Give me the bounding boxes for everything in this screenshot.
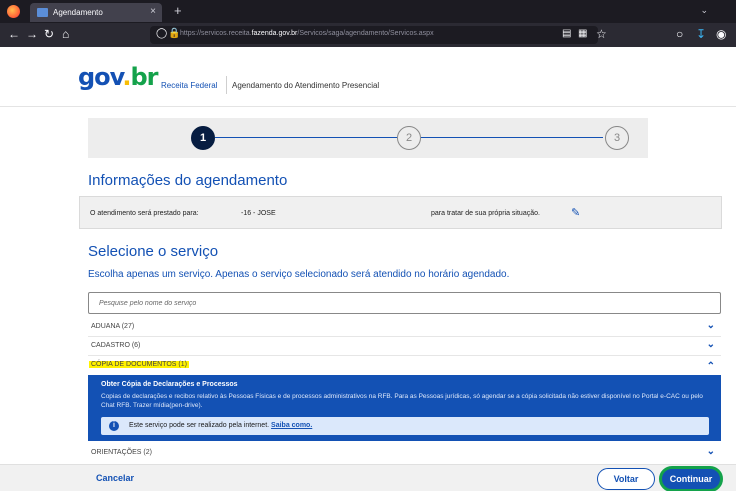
shield-icon[interactable]: ◯ xyxy=(156,28,167,39)
reader-mode-icon[interactable]: ▤ xyxy=(562,28,571,39)
lock-icon[interactable]: 🔒 xyxy=(168,28,180,39)
url-text: https://servicos.receita.fazenda.gov.br/… xyxy=(180,30,434,37)
divider xyxy=(88,355,721,356)
online-notice: i Este serviço pode ser realizado pela i… xyxy=(101,417,709,435)
reload-icon[interactable]: ↻ xyxy=(44,27,54,41)
url-bar[interactable]: ◯ 🔒 https://servicos.receita.fazenda.gov… xyxy=(150,26,598,44)
info-icon: i xyxy=(109,421,119,431)
step-2: 2 xyxy=(397,126,421,150)
info-label: O atendimento será prestado para: xyxy=(90,210,199,217)
header-divider xyxy=(226,76,227,94)
govbr-logo[interactable]: gov.br xyxy=(78,65,159,89)
category-label: ORIENTAÇÕES (2) xyxy=(91,449,152,456)
list-tabs-icon[interactable]: ⌄ xyxy=(700,5,708,16)
category-aduana[interactable]: ADUANA (27) ⌄ xyxy=(88,320,721,336)
favicon-icon xyxy=(37,8,48,17)
footer-bar: Cancelar Voltar Continuar xyxy=(0,464,736,491)
step-indicator: 1 2 3 xyxy=(88,118,648,158)
forward-icon[interactable]: → xyxy=(26,27,38,41)
service-option-selected[interactable]: Obter Cópia de Declarações e Processos C… xyxy=(88,375,721,441)
account-icon[interactable]: ◉ xyxy=(716,27,726,41)
chevron-down-icon[interactable]: ⌄ xyxy=(707,339,715,350)
chevron-down-icon[interactable]: ⌄ xyxy=(707,446,715,457)
continue-button[interactable]: Continuar xyxy=(659,466,723,491)
back-icon[interactable]: ← xyxy=(8,27,20,41)
browser-tab-bar: Agendamento × + ⌄ xyxy=(0,0,736,23)
browser-tab[interactable]: Agendamento × xyxy=(30,3,162,22)
receita-federal-link[interactable]: Receita Federal xyxy=(161,81,217,90)
qr-icon[interactable]: ▦ xyxy=(578,28,587,39)
step-line xyxy=(215,137,397,138)
browser-toolbar: ← → ↻ ⌂ ◯ 🔒 https://servicos.receita.faz… xyxy=(0,23,736,47)
chevron-down-icon[interactable]: ⌄ xyxy=(707,320,715,331)
back-button[interactable]: Voltar xyxy=(597,468,655,490)
category-cadastro[interactable]: CADASTRO (6) ⌄ xyxy=(88,339,721,355)
cancel-button[interactable]: Cancelar xyxy=(96,473,134,483)
divider xyxy=(88,336,721,337)
pocket-icon[interactable]: ○ xyxy=(676,27,683,41)
service-heading: Selecione o serviço xyxy=(88,243,219,260)
step-line xyxy=(421,137,603,138)
category-orientacoes[interactable]: ORIENTAÇÕES (2) ⌄ xyxy=(88,446,721,462)
info-box: O atendimento será prestado para: -16 - … xyxy=(79,196,722,229)
service-option-description: Copias de declarações e recibos relativo… xyxy=(101,393,703,409)
search-input[interactable] xyxy=(88,292,721,314)
service-option-title: Obter Cópia de Declarações e Processos xyxy=(101,381,238,388)
chevron-up-icon[interactable]: ⌃ xyxy=(707,361,715,372)
edit-icon[interactable]: ✎ xyxy=(571,206,580,219)
info-situation: para tratar de sua própria situação. xyxy=(431,210,540,217)
saiba-como-link[interactable]: Saiba como. xyxy=(271,422,312,429)
category-copia-documentos[interactable]: CÓPIA DE DOCUMENTOS (1) ⌃ xyxy=(88,358,721,374)
info-heading: Informações do agendamento xyxy=(88,172,288,189)
new-tab-icon[interactable]: + xyxy=(174,3,182,18)
tab-close-icon[interactable]: × xyxy=(150,6,156,17)
category-label: CÓPIA DE DOCUMENTOS (1) xyxy=(89,361,189,368)
info-person: -16 - JOSE xyxy=(241,210,276,217)
service-subtitle: Escolha apenas um serviço. Apenas o serv… xyxy=(88,269,510,280)
firefox-icon[interactable] xyxy=(7,5,20,18)
category-label: CADASTRO (6) xyxy=(91,342,141,349)
notice-text: Este serviço pode ser realizado pela int… xyxy=(129,422,313,429)
tab-title: Agendamento xyxy=(53,8,103,17)
bookmark-star-icon[interactable]: ☆ xyxy=(596,27,607,41)
category-label: ADUANA (27) xyxy=(91,323,135,330)
step-3: 3 xyxy=(605,126,629,150)
download-icon[interactable]: ↧ xyxy=(696,27,706,41)
page-subtitle: Agendamento do Atendimento Presencial xyxy=(232,81,380,90)
step-1: 1 xyxy=(191,126,215,150)
home-icon[interactable]: ⌂ xyxy=(62,27,69,41)
